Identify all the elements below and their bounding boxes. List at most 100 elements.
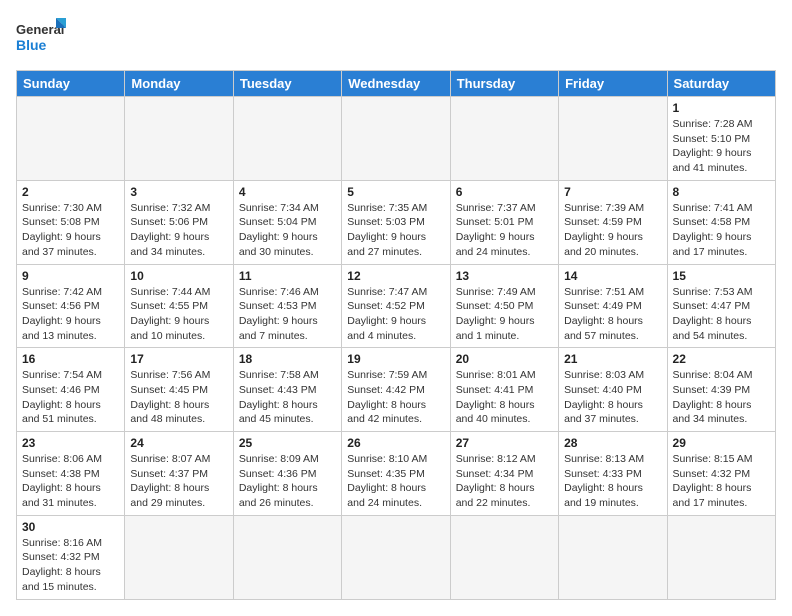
day-number: 2 bbox=[22, 185, 119, 199]
calendar-cell: 22Sunrise: 8:04 AM Sunset: 4:39 PM Dayli… bbox=[667, 348, 775, 432]
day-info: Sunrise: 7:47 AM Sunset: 4:52 PM Dayligh… bbox=[347, 285, 444, 344]
calendar-cell: 24 Sunrise: 8:07 AM Sunset: 4:37 PM Dayli… bbox=[125, 432, 233, 516]
calendar-cell: 6Sunrise: 7:37 AM Sunset: 5:01 PM Daylig… bbox=[450, 180, 558, 264]
day-number: 5 bbox=[347, 185, 444, 199]
day-info: Sunrise: 7:35 AM Sunset: 5:03 PM Dayligh… bbox=[347, 201, 444, 260]
day-info: Sunrise: 7:51 AM Sunset: 4:49 PM Dayligh… bbox=[564, 285, 661, 344]
day-number: 26 bbox=[347, 436, 444, 450]
calendar-cell: 26 Sunrise: 8:10 AM Sunset: 4:35 PM Dayli… bbox=[342, 432, 450, 516]
day-number: 28 bbox=[564, 436, 661, 450]
day-number: 17 bbox=[130, 352, 227, 366]
calendar-cell: 7Sunrise: 7:39 AM Sunset: 4:59 PM Daylig… bbox=[559, 180, 667, 264]
day-info: Sunrise: 7:42 AM Sunset: 4:56 PM Dayligh… bbox=[22, 285, 119, 344]
day-number: 14 bbox=[564, 269, 661, 283]
day-info: Sunrise: 7:34 AM Sunset: 5:04 PM Dayligh… bbox=[239, 201, 336, 260]
day-number: 21 bbox=[564, 352, 661, 366]
day-number: 20 bbox=[456, 352, 553, 366]
calendar-cell: 4 Sunrise: 7:34 AM Sunset: 5:04 PM Daylig… bbox=[233, 180, 341, 264]
weekday-header: Sunday bbox=[17, 71, 125, 97]
calendar-cell: 13 Sunrise: 7:49 AM Sunset: 4:50 PM Dayli… bbox=[450, 264, 558, 348]
day-number: 4 bbox=[239, 185, 336, 199]
calendar-cell: 1Sunrise: 7:28 AM Sunset: 5:10 PM Daylig… bbox=[667, 97, 775, 181]
page-header: General Blue bbox=[16, 16, 776, 60]
calendar-cell bbox=[233, 97, 341, 181]
calendar-cell bbox=[450, 97, 558, 181]
calendar-cell bbox=[559, 515, 667, 599]
day-info: Sunrise: 8:04 AM Sunset: 4:39 PM Dayligh… bbox=[673, 368, 770, 427]
calendar-cell: 15 Sunrise: 7:53 AM Sunset: 4:47 PM Dayli… bbox=[667, 264, 775, 348]
calendar-cell bbox=[559, 97, 667, 181]
calendar-cell: 18 Sunrise: 7:58 AM Sunset: 4:43 PM Dayli… bbox=[233, 348, 341, 432]
day-info: Sunrise: 7:54 AM Sunset: 4:46 PM Dayligh… bbox=[22, 368, 119, 427]
weekday-header: Monday bbox=[125, 71, 233, 97]
day-info: Sunrise: 8:13 AM Sunset: 4:33 PM Dayligh… bbox=[564, 452, 661, 511]
calendar-cell: 23 Sunrise: 8:06 AM Sunset: 4:38 PM Dayli… bbox=[17, 432, 125, 516]
day-number: 27 bbox=[456, 436, 553, 450]
day-number: 19 bbox=[347, 352, 444, 366]
day-info: Sunrise: 7:44 AM Sunset: 4:55 PM Dayligh… bbox=[130, 285, 227, 344]
calendar-cell: 14 Sunrise: 7:51 AM Sunset: 4:49 PM Dayli… bbox=[559, 264, 667, 348]
day-number: 12 bbox=[347, 269, 444, 283]
day-info: Sunrise: 7:58 AM Sunset: 4:43 PM Dayligh… bbox=[239, 368, 336, 427]
day-info: Sunrise: 8:10 AM Sunset: 4:35 PM Dayligh… bbox=[347, 452, 444, 511]
day-number: 16 bbox=[22, 352, 119, 366]
day-number: 13 bbox=[456, 269, 553, 283]
calendar-cell bbox=[125, 97, 233, 181]
weekday-header: Friday bbox=[559, 71, 667, 97]
day-number: 18 bbox=[239, 352, 336, 366]
day-number: 29 bbox=[673, 436, 770, 450]
calendar-cell: 9Sunrise: 7:42 AM Sunset: 4:56 PM Daylig… bbox=[17, 264, 125, 348]
calendar-cell: 20 Sunrise: 8:01 AM Sunset: 4:41 PM Dayli… bbox=[450, 348, 558, 432]
day-number: 10 bbox=[130, 269, 227, 283]
day-info: Sunrise: 7:49 AM Sunset: 4:50 PM Dayligh… bbox=[456, 285, 553, 344]
calendar-cell bbox=[233, 515, 341, 599]
day-number: 24 bbox=[130, 436, 227, 450]
day-number: 15 bbox=[673, 269, 770, 283]
day-number: 6 bbox=[456, 185, 553, 199]
calendar-cell: 21 Sunrise: 8:03 AM Sunset: 4:40 PM Dayli… bbox=[559, 348, 667, 432]
day-info: Sunrise: 7:59 AM Sunset: 4:42 PM Dayligh… bbox=[347, 368, 444, 427]
calendar-cell: 11Sunrise: 7:46 AM Sunset: 4:53 PM Dayli… bbox=[233, 264, 341, 348]
calendar-cell bbox=[450, 515, 558, 599]
calendar-cell: 3 Sunrise: 7:32 AM Sunset: 5:06 PM Daylig… bbox=[125, 180, 233, 264]
calendar-cell bbox=[342, 97, 450, 181]
calendar-cell: 8Sunrise: 7:41 AM Sunset: 4:58 PM Daylig… bbox=[667, 180, 775, 264]
day-info: Sunrise: 8:09 AM Sunset: 4:36 PM Dayligh… bbox=[239, 452, 336, 511]
weekday-header: Tuesday bbox=[233, 71, 341, 97]
calendar-cell bbox=[17, 97, 125, 181]
day-info: Sunrise: 7:53 AM Sunset: 4:47 PM Dayligh… bbox=[673, 285, 770, 344]
weekday-header: Saturday bbox=[667, 71, 775, 97]
calendar-cell bbox=[667, 515, 775, 599]
calendar-cell: 27 Sunrise: 8:12 AM Sunset: 4:34 PM Dayli… bbox=[450, 432, 558, 516]
calendar-cell bbox=[125, 515, 233, 599]
svg-text:Blue: Blue bbox=[16, 37, 47, 53]
day-number: 8 bbox=[673, 185, 770, 199]
calendar-cell: 12 Sunrise: 7:47 AM Sunset: 4:52 PM Dayli… bbox=[342, 264, 450, 348]
day-number: 3 bbox=[130, 185, 227, 199]
calendar-header: SundayMondayTuesdayWednesdayThursdayFrid… bbox=[17, 71, 776, 97]
day-info: Sunrise: 7:30 AM Sunset: 5:08 PM Dayligh… bbox=[22, 201, 119, 260]
day-number: 23 bbox=[22, 436, 119, 450]
calendar-cell: 25Sunrise: 8:09 AM Sunset: 4:36 PM Dayli… bbox=[233, 432, 341, 516]
calendar-cell: 17 Sunrise: 7:56 AM Sunset: 4:45 PM Dayli… bbox=[125, 348, 233, 432]
day-info: Sunrise: 8:01 AM Sunset: 4:41 PM Dayligh… bbox=[456, 368, 553, 427]
day-info: Sunrise: 8:16 AM Sunset: 4:32 PM Dayligh… bbox=[22, 536, 119, 595]
calendar-cell: 2 Sunrise: 7:30 AM Sunset: 5:08 PM Daylig… bbox=[17, 180, 125, 264]
calendar-cell bbox=[342, 515, 450, 599]
calendar-cell: 28 Sunrise: 8:13 AM Sunset: 4:33 PM Dayli… bbox=[559, 432, 667, 516]
day-info: Sunrise: 8:06 AM Sunset: 4:38 PM Dayligh… bbox=[22, 452, 119, 511]
calendar-cell: 16 Sunrise: 7:54 AM Sunset: 4:46 PM Dayli… bbox=[17, 348, 125, 432]
calendar-cell: 29Sunrise: 8:15 AM Sunset: 4:32 PM Dayli… bbox=[667, 432, 775, 516]
weekday-header: Thursday bbox=[450, 71, 558, 97]
day-info: Sunrise: 7:46 AM Sunset: 4:53 PM Dayligh… bbox=[239, 285, 336, 344]
logo-svg: General Blue bbox=[16, 16, 66, 60]
day-number: 1 bbox=[673, 101, 770, 115]
day-number: 7 bbox=[564, 185, 661, 199]
day-info: Sunrise: 8:07 AM Sunset: 4:37 PM Dayligh… bbox=[130, 452, 227, 511]
day-info: Sunrise: 8:03 AM Sunset: 4:40 PM Dayligh… bbox=[564, 368, 661, 427]
day-info: Sunrise: 7:32 AM Sunset: 5:06 PM Dayligh… bbox=[130, 201, 227, 260]
day-info: Sunrise: 7:56 AM Sunset: 4:45 PM Dayligh… bbox=[130, 368, 227, 427]
calendar: SundayMondayTuesdayWednesdayThursdayFrid… bbox=[16, 70, 776, 600]
day-info: Sunrise: 8:12 AM Sunset: 4:34 PM Dayligh… bbox=[456, 452, 553, 511]
calendar-cell: 5 Sunrise: 7:35 AM Sunset: 5:03 PM Daylig… bbox=[342, 180, 450, 264]
